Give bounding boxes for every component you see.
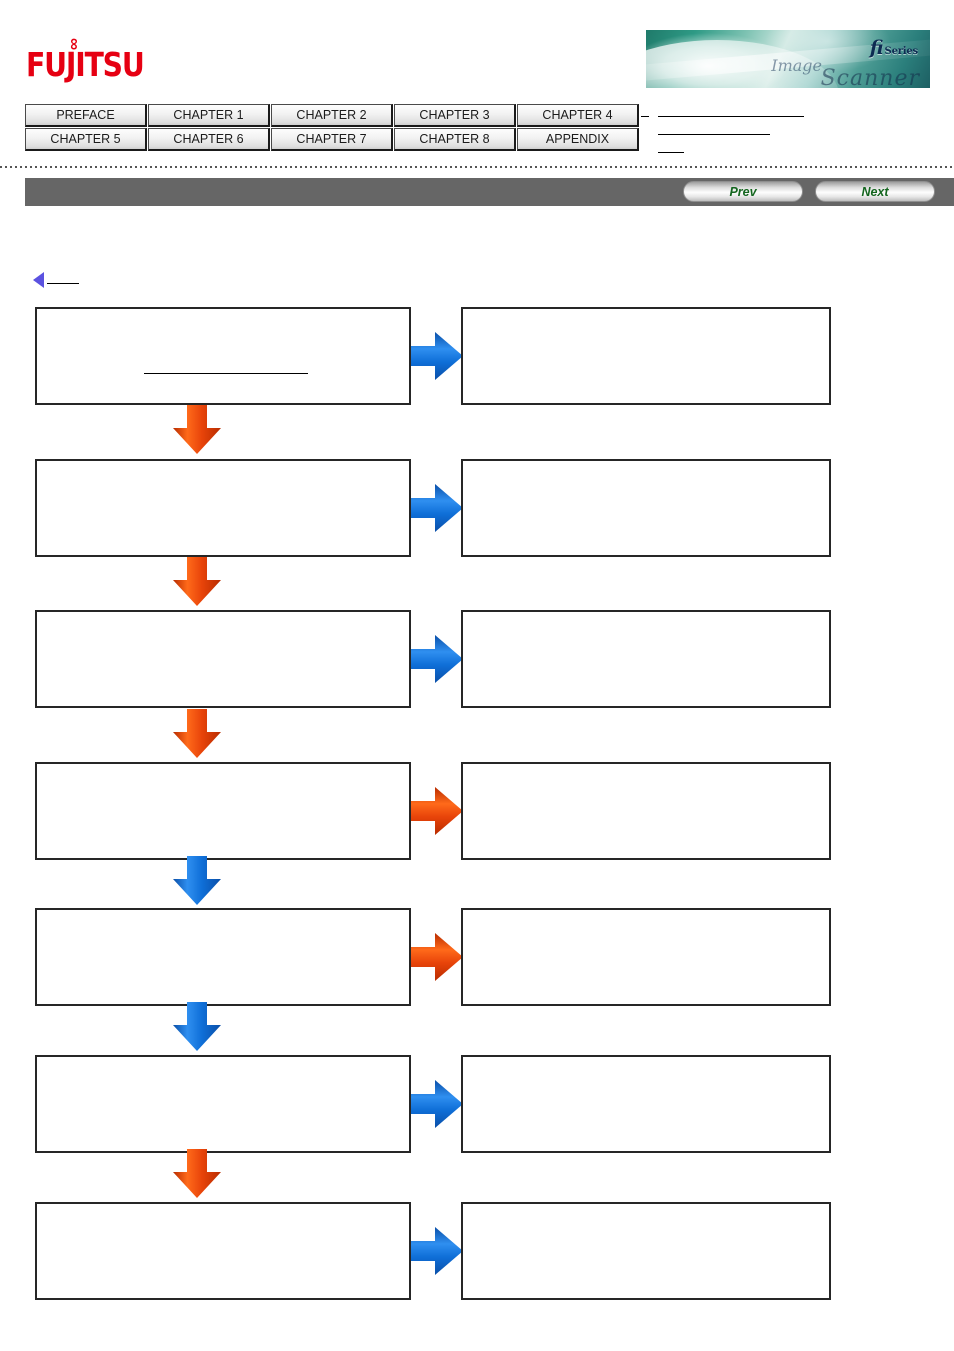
flow-down-arrow-icon (170, 404, 224, 456)
flow-right-arrow-icon (409, 1224, 465, 1278)
flow-detail-box-right (461, 307, 831, 405)
flow-right-arrow-icon (409, 1077, 465, 1131)
flow-detail-box-right (461, 1055, 831, 1153)
flow-step-rule (144, 373, 308, 374)
flow-step-box-left (35, 908, 411, 1006)
flow-row (0, 307, 954, 405)
flow-detail-box-right (461, 908, 831, 1006)
flow-step-box-left (35, 1055, 411, 1153)
flow-step-box-left (35, 762, 411, 860)
flow-down-arrow-icon (170, 1148, 224, 1200)
flow-down-arrow-icon (170, 708, 224, 760)
flow-detail-box-right (461, 459, 831, 557)
flow-row (0, 908, 954, 1006)
flow-row (0, 459, 954, 557)
flow-right-arrow-icon (409, 930, 465, 984)
procedure-flowchart (0, 0, 954, 1351)
flow-detail-box-right (461, 610, 831, 708)
flow-row (0, 762, 954, 860)
flow-row (0, 610, 954, 708)
flow-detail-box-right (461, 1202, 831, 1300)
flow-down-arrow-icon (170, 1001, 224, 1053)
flow-right-arrow-icon (409, 784, 465, 838)
flow-down-arrow-icon (170, 855, 224, 907)
flow-detail-box-right (461, 762, 831, 860)
flow-step-box-left (35, 307, 411, 405)
flow-down-arrow-icon (170, 556, 224, 608)
flow-row (0, 1202, 954, 1300)
flow-step-box-left (35, 459, 411, 557)
flow-row (0, 1055, 954, 1153)
flow-right-arrow-icon (409, 329, 465, 383)
flow-right-arrow-icon (409, 481, 465, 535)
flow-right-arrow-icon (409, 632, 465, 686)
flow-step-box-left (35, 610, 411, 708)
flow-step-box-left (35, 1202, 411, 1300)
